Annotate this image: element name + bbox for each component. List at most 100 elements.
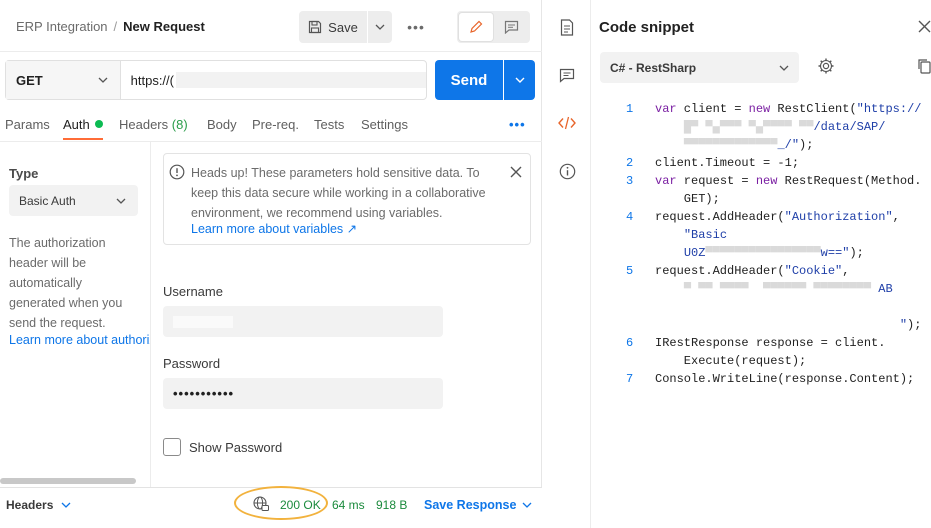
method-value: GET <box>16 72 43 88</box>
chevron-down-icon <box>61 502 71 508</box>
password-value: ••••••••••• <box>173 386 235 401</box>
code-text: client.Timeout = -1; <box>655 156 800 170</box>
send-group: Send <box>435 60 535 100</box>
code-text: request.AddHeader("Cookie", ▀ ▀▀ ▀▀▀▀ ▀▀… <box>655 264 922 332</box>
save-response-label: Save Response <box>424 498 517 512</box>
breadcrumb: ERP Integration / New Request <box>16 19 205 34</box>
line-number: 4 <box>626 210 634 224</box>
notice-learn-more-link[interactable]: Learn more about variables ↗ <box>191 221 357 236</box>
password-label: Password <box>163 356 221 371</box>
gear-icon[interactable] <box>817 57 835 75</box>
line-number: 1 <box>626 102 634 116</box>
tab-auth[interactable]: Auth <box>63 117 103 132</box>
chevron-down-icon <box>522 502 532 508</box>
code-text: var request = new RestRequest(Method. GE… <box>655 174 922 206</box>
response-time[interactable]: 64 ms <box>332 498 365 512</box>
active-tab-indicator <box>63 138 103 140</box>
more-actions-button[interactable]: ••• <box>404 16 428 38</box>
send-options-button[interactable] <box>504 60 535 100</box>
line-number: 5 <box>626 264 634 278</box>
snippet-title: Code snippet <box>599 19 695 36</box>
comment-icon <box>504 20 518 34</box>
auth-type-label: Type <box>9 166 39 181</box>
notice-text: Heads up! These parameters hold sensitiv… <box>191 166 486 220</box>
copy-icon[interactable] <box>917 58 931 74</box>
code-text: Console.WriteLine(response.Content); <box>655 372 915 386</box>
line-number: 3 <box>626 174 634 188</box>
code-snippet-panel: Code snippet C# - RestSharp 1 var client… <box>591 0 931 528</box>
url-input[interactable]: https://( <box>121 61 426 99</box>
tab-body[interactable]: Body <box>207 117 237 132</box>
chevron-down-icon <box>375 24 385 30</box>
language-select[interactable]: C# - RestSharp <box>600 52 799 83</box>
language-value: C# - RestSharp <box>610 60 697 75</box>
sensitive-data-notice: Heads up! These parameters hold sensitiv… <box>163 153 531 245</box>
info-icon <box>169 164 185 180</box>
request-header: ERP Integration / New Request Save ••• <box>0 0 542 52</box>
documentation-icon[interactable] <box>558 18 576 36</box>
username-field[interactable] <box>163 306 443 337</box>
url-bar: GET https://( <box>5 60 427 100</box>
request-tabs: Params Auth Headers (8) Body Pre-req. Te… <box>0 108 542 142</box>
url-value: https://( <box>130 72 174 88</box>
code-icon[interactable] <box>558 114 576 132</box>
horizontal-scrollbar[interactable] <box>0 478 136 484</box>
line-number: 7 <box>626 372 634 386</box>
tab-tests[interactable]: Tests <box>314 117 344 132</box>
code-text: var client = new RestClient("https:// █▀… <box>655 102 922 152</box>
chevron-down-icon <box>98 77 108 83</box>
line-number: 2 <box>626 156 634 170</box>
code-text: IRestResponse response = client. Execute… <box>655 336 886 368</box>
line-number: 6 <box>626 336 634 350</box>
close-icon[interactable] <box>918 20 931 33</box>
comments-mode-button[interactable] <box>495 13 529 41</box>
chevron-down-icon <box>779 65 789 71</box>
info-icon[interactable] <box>558 162 576 180</box>
show-password-label: Show Password <box>189 439 283 455</box>
tab-headers-count: (8) <box>171 117 188 132</box>
view-toggle <box>457 11 530 43</box>
save-response-button[interactable]: Save Response <box>424 498 532 512</box>
tab-headers-label: Headers <box>119 117 169 132</box>
auth-type-select[interactable]: Basic Auth <box>9 185 138 216</box>
breadcrumb-separator: / <box>113 19 118 34</box>
tab-settings[interactable]: Settings <box>361 117 408 132</box>
response-size[interactable]: 918 B <box>376 498 407 512</box>
breadcrumb-collection[interactable]: ERP Integration <box>16 19 108 34</box>
status-highlight-annotation <box>234 486 328 520</box>
tab-pre-request[interactable]: Pre-req. <box>252 117 299 132</box>
save-options-button[interactable] <box>368 11 392 43</box>
show-password-checkbox[interactable] <box>163 438 181 456</box>
close-icon[interactable] <box>510 166 522 178</box>
save-icon <box>309 20 322 34</box>
code-text: request.AddHeader("Authorization", "Basi… <box>655 210 900 260</box>
save-label: Save <box>328 19 358 35</box>
tab-params[interactable]: Params <box>5 117 50 132</box>
edit-mode-button[interactable] <box>459 13 493 41</box>
save-group: Save <box>299 11 392 43</box>
auth-description: The authorization header will be automat… <box>9 236 123 330</box>
send-button[interactable]: Send <box>435 60 503 100</box>
save-button[interactable]: Save <box>299 11 367 43</box>
show-password-row: Show Password <box>163 438 282 456</box>
password-field[interactable]: ••••••••••• <box>163 378 443 409</box>
auth-type-value: Basic Auth <box>19 193 76 208</box>
request-pane: ERP Integration / New Request Save ••• G… <box>0 0 542 528</box>
tab-auth-label: Auth <box>63 117 90 132</box>
auth-type-panel: Type Basic Auth The authorization header… <box>0 142 151 487</box>
username-redaction <box>173 315 233 328</box>
auth-active-dot <box>94 120 103 128</box>
right-sidebar-rail <box>543 0 591 528</box>
pencil-icon <box>469 20 483 33</box>
response-headers-label: Headers <box>6 498 54 512</box>
response-headers-toggle[interactable]: Headers <box>6 498 71 512</box>
comments-icon[interactable] <box>558 66 576 84</box>
method-select[interactable]: GET <box>6 61 121 99</box>
tabs-more-button[interactable]: ••• <box>509 117 526 132</box>
auth-learn-more-link[interactable]: Learn more about authorization <box>9 333 150 347</box>
username-label: Username <box>163 284 223 299</box>
chevron-down-icon <box>116 198 126 204</box>
request-name[interactable]: New Request <box>123 19 205 34</box>
url-redaction <box>176 72 426 88</box>
tab-headers[interactable]: Headers (8) <box>119 117 188 132</box>
